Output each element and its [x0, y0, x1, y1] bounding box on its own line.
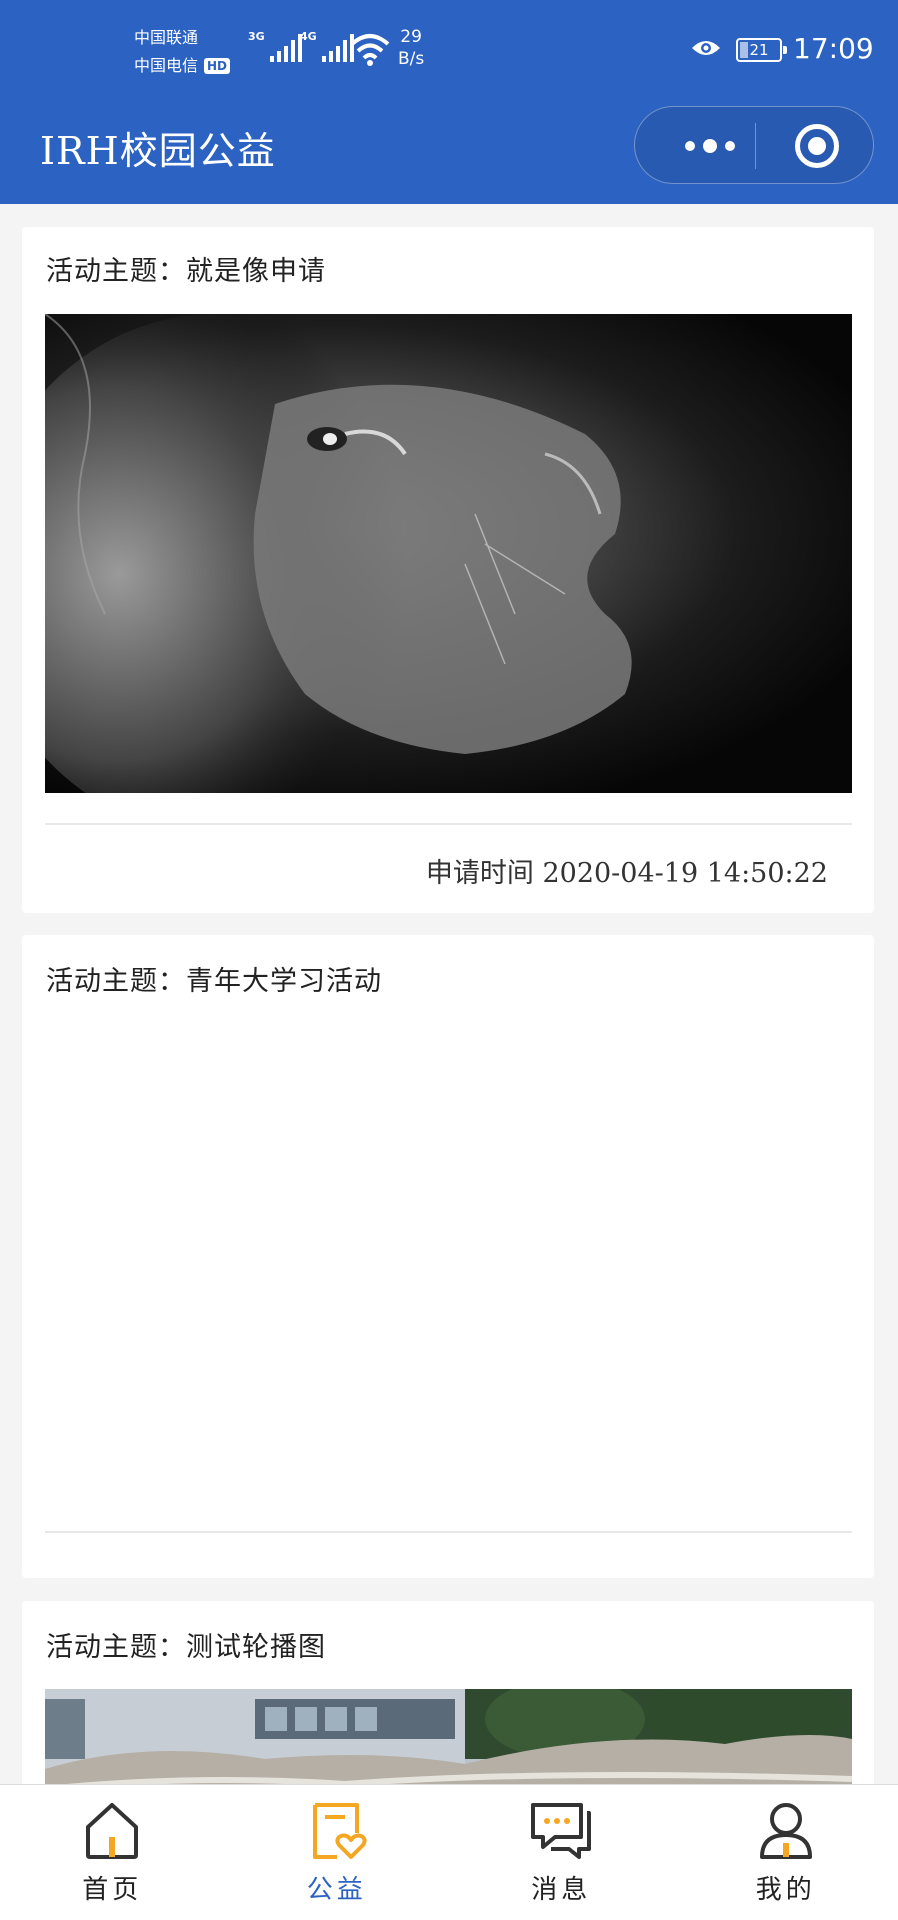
activity-card[interactable]: 活动主题：就是像申请 申请时间 2020-04-19 14:50:22	[22, 227, 874, 913]
apply-time-value: 2020-04-19 14:50:22	[542, 858, 828, 889]
carrier-2: 中国电信	[134, 56, 199, 75]
more-button[interactable]	[665, 107, 755, 185]
tab-label-mine: 我的	[755, 1875, 816, 1905]
tab-message[interactable]: 消息	[449, 1785, 674, 1920]
top-bar: 中国联通 中国电信 HD 3G 4G 29 B/s 21 17:09 IRH校园…	[0, 0, 898, 204]
user-icon	[759, 1803, 812, 1859]
wifi-icon	[350, 32, 390, 70]
apply-time: 申请时间 2020-04-19 14:50:22	[426, 851, 828, 890]
tab-label-home: 首页	[82, 1875, 143, 1905]
more-dot-icon	[703, 139, 717, 153]
status-time: 17:09	[793, 32, 874, 65]
close-target-icon[interactable]	[795, 124, 839, 168]
bottom-tab-bar: 首页 公益 消息 我的	[0, 1784, 898, 1920]
apply-time-label: 申请时间	[425, 858, 534, 889]
activity-card[interactable]: 活动主题：青年大学习活动	[22, 935, 874, 1578]
tab-home[interactable]: 首页	[0, 1785, 225, 1920]
mini-program-capsule	[634, 106, 874, 184]
tab-mine[interactable]: 我的	[674, 1785, 898, 1920]
hd-badge: HD	[204, 58, 231, 74]
message-icon	[531, 1803, 592, 1859]
speed-unit: B/s	[398, 49, 425, 69]
card-divider	[45, 1531, 852, 1533]
activity-title: 活动主题：就是像申请	[46, 256, 326, 287]
home-icon	[86, 1803, 139, 1859]
speed-value: 29	[400, 27, 422, 47]
tab-charity[interactable]: 公益	[225, 1785, 450, 1920]
network-type-2: 4G	[300, 30, 317, 43]
signal-icon-4g: 4G	[300, 30, 354, 62]
carrier-info: 中国联通 中国电信 HD	[134, 24, 231, 80]
activity-title: 活动主题：青年大学习活动	[46, 966, 382, 997]
lion-photo	[45, 314, 852, 793]
capsule-divider	[755, 123, 756, 169]
card-divider	[45, 823, 852, 825]
page-title: IRH校园公益	[40, 129, 276, 173]
battery-icon: 21	[736, 38, 787, 62]
more-dot-icon	[725, 141, 735, 151]
tab-label-charity: 公益	[306, 1875, 367, 1905]
more-dot-icon	[685, 141, 695, 151]
lion-illustration	[45, 314, 632, 793]
battery-level: 21	[749, 41, 769, 59]
carrier-1: 中国联通	[134, 28, 199, 47]
activity-title: 活动主题：测试轮播图	[46, 1632, 326, 1663]
status-bar: 中国联通 中国电信 HD 3G 4G 29 B/s 21 17:09	[0, 0, 898, 100]
charity-icon	[312, 1803, 367, 1859]
signal-icon-3g: 3G	[248, 30, 302, 62]
network-type-1: 3G	[248, 30, 265, 43]
network-speed: 29 B/s	[398, 26, 424, 70]
tab-label-message: 消息	[531, 1875, 592, 1905]
eye-icon	[690, 36, 722, 64]
